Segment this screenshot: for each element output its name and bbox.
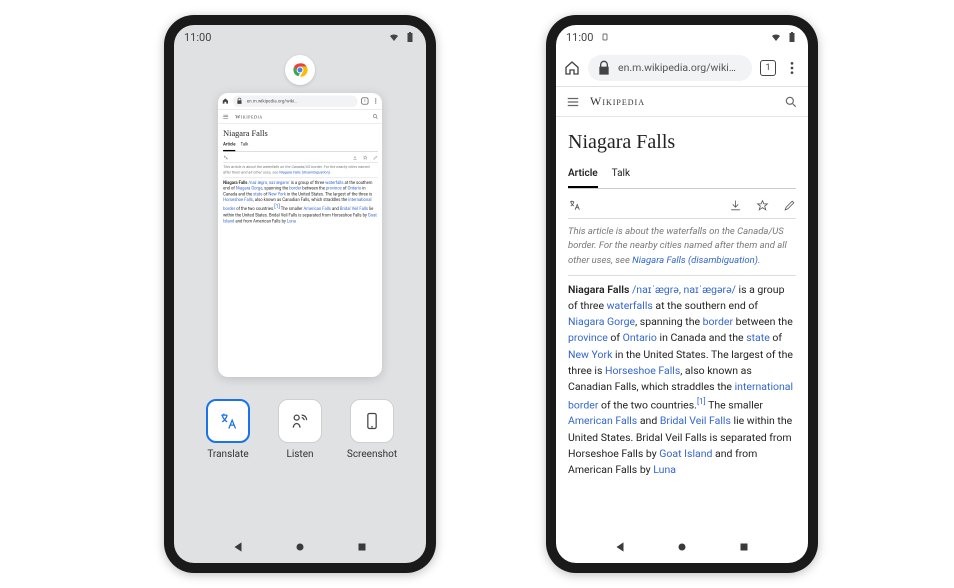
hatnote-link[interactable]: Niagara Falls (disambiguation) — [632, 255, 758, 266]
chrome-toolbar: en.m.wikipedia.org/wiki… 1 — [556, 49, 808, 87]
wiki-header: Wikipedia — [556, 87, 808, 117]
status-bar-right: 11:00 — [556, 25, 808, 49]
action-listen-label: Listen — [286, 449, 313, 460]
action-translate[interactable]: Translate — [199, 399, 257, 460]
link-new-york[interactable]: New York — [568, 348, 612, 361]
action-translate-label: Translate — [207, 449, 248, 460]
wiki-brand[interactable]: Wikipedia — [590, 94, 774, 109]
language-icon — [223, 155, 228, 160]
link-province[interactable]: province — [568, 331, 608, 344]
tab-article[interactable]: Article — [568, 166, 598, 188]
wiki-tabs: Article Talk — [568, 166, 796, 189]
wiki-paragraph: Niagara Falls /naɪˈæɡrə, naɪˈæɡərə/ is a… — [568, 282, 796, 479]
rotation-lock-icon — [599, 31, 611, 43]
battery-icon — [404, 31, 416, 43]
status-time-right: 11:00 — [566, 31, 593, 44]
nav-recents-icon[interactable] — [355, 540, 369, 554]
more-icon — [372, 97, 379, 104]
home-icon[interactable] — [564, 60, 580, 76]
thumb-wiki-brand: Wikipedia — [235, 113, 366, 119]
listen-icon — [290, 411, 310, 431]
link-ontario[interactable]: Ontario — [623, 331, 657, 344]
edit-icon[interactable] — [783, 199, 796, 212]
wiki-body[interactable]: Niagara Falls Article Talk This article … — [556, 117, 808, 531]
phone-frame-overview: 11:00 — [164, 15, 436, 573]
thumb-tab-talk: Talk — [241, 142, 249, 152]
edit-icon — [373, 155, 378, 160]
wifi-icon — [770, 31, 782, 43]
ipa-pronunciation[interactable]: /naɪˈæɡrə, naɪˈæɡərə/ — [629, 283, 736, 296]
action-screenshot[interactable]: Screenshot — [343, 399, 401, 460]
tab-switcher[interactable]: 1 — [760, 60, 776, 76]
thumb-url: en.m.wikipedia.org/wiki… — [233, 95, 358, 107]
nav-back-icon[interactable] — [231, 540, 245, 554]
status-time: 11:00 — [184, 31, 211, 44]
star-icon — [363, 155, 368, 160]
thumb-tab-count: 1 — [361, 97, 368, 104]
omnibar[interactable]: en.m.wikipedia.org/wiki… — [588, 55, 752, 81]
screenshot-icon — [362, 411, 382, 431]
thumb-wiki-header: Wikipedia — [218, 110, 382, 124]
omnibar-url: en.m.wikipedia.org/wiki… — [618, 61, 736, 74]
hamburger-icon — [222, 113, 228, 119]
link-american-falls[interactable]: American Falls — [568, 414, 637, 427]
link-niagara-gorge[interactable]: Niagara Gorge — [568, 315, 635, 328]
search-icon — [372, 113, 378, 119]
tab-talk[interactable]: Talk — [612, 166, 630, 188]
action-screenshot-label: Screenshot — [347, 449, 397, 460]
thumb-hatnote-link: Niagara Falls (disambiguation) — [279, 170, 330, 174]
link-horseshoe-falls[interactable]: Horseshoe Falls — [605, 364, 680, 377]
home-icon — [222, 97, 229, 104]
thumb-tab-article: Article — [223, 142, 235, 152]
status-bar: 11:00 — [174, 25, 426, 49]
nav-home-icon[interactable] — [675, 540, 689, 554]
more-icon[interactable] — [784, 60, 800, 76]
lock-icon — [596, 60, 612, 76]
link-goat-island[interactable]: Goat Island — [659, 447, 712, 460]
thumb-wiki-title: Niagara Falls — [223, 128, 378, 140]
wifi-icon — [388, 31, 400, 43]
wiki-hatnote: This article is about the waterfalls on … — [568, 225, 796, 276]
thumb-url-text: en.m.wikipedia.org/wiki… — [247, 98, 297, 103]
star-icon[interactable] — [756, 199, 769, 212]
reference-1[interactable]: [1] — [697, 397, 706, 406]
nav-recents-icon[interactable] — [737, 540, 751, 554]
link-bridal-veil-falls[interactable]: Bridal Veil Falls — [660, 414, 731, 427]
thumb-wiki-body: Niagara Falls Article Talk — [218, 124, 382, 228]
nav-home-icon[interactable] — [293, 540, 307, 554]
lock-icon — [236, 97, 243, 104]
action-listen[interactable]: Listen — [271, 399, 329, 460]
translate-icon — [218, 411, 238, 431]
hamburger-icon[interactable] — [566, 95, 580, 109]
phone-frame-browser: 11:00 en.m.wikipedia.org/wiki… 1 Wikiped… — [546, 15, 818, 573]
overview-actions: Translate Listen Screenshot — [199, 399, 401, 460]
wiki-tools — [568, 195, 796, 219]
nav-bar-right — [556, 531, 808, 563]
recent-app-card[interactable]: en.m.wikipedia.org/wiki… 1 Wikipedia Nia… — [218, 93, 382, 377]
language-icon[interactable] — [568, 199, 581, 212]
app-icon-chrome[interactable] — [285, 55, 315, 85]
link-waterfalls[interactable]: waterfalls — [607, 299, 653, 312]
download-icon[interactable] — [729, 199, 742, 212]
battery-icon — [786, 31, 798, 43]
link-state[interactable]: state — [746, 331, 770, 344]
nav-back-icon[interactable] — [613, 540, 627, 554]
screen-browser: 11:00 en.m.wikipedia.org/wiki… 1 Wikiped… — [556, 25, 808, 563]
link-border[interactable]: border — [703, 315, 733, 328]
search-icon[interactable] — [784, 95, 798, 109]
thumb-omnibar: en.m.wikipedia.org/wiki… 1 — [218, 93, 382, 110]
link-luna[interactable]: Luna — [653, 463, 676, 476]
wiki-title: Niagara Falls — [568, 127, 796, 158]
download-icon — [352, 155, 357, 160]
screen-overview: 11:00 — [174, 25, 426, 563]
nav-bar — [174, 531, 426, 563]
overview-content: en.m.wikipedia.org/wiki… 1 Wikipedia Nia… — [174, 49, 426, 531]
